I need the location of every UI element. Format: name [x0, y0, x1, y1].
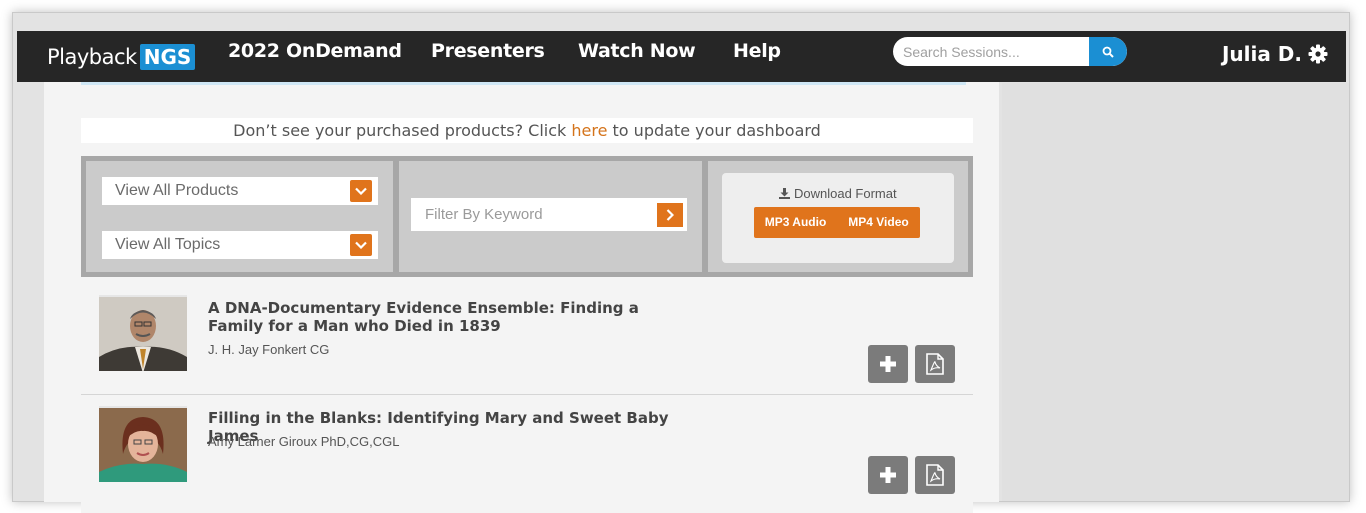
keyword-go-button[interactable] [657, 203, 683, 227]
download-format-panel: Download Format MP3 Audio MP4 Video [722, 173, 954, 263]
download-icon [779, 188, 791, 199]
mp4-video-button[interactable]: MP4 Video [837, 207, 920, 238]
download-format-label: Download Format [794, 186, 897, 201]
session-title[interactable]: A DNA-Documentary Evidence Ensemble: Fin… [208, 299, 698, 335]
format-buttons: MP3 Audio MP4 Video [754, 207, 920, 238]
keyword-input[interactable] [411, 198, 651, 231]
search-box [893, 37, 1127, 66]
plus-icon [880, 356, 896, 372]
session-list: A DNA-Documentary Evidence Ensemble: Fin… [81, 278, 973, 513]
session-author: J. H. Jay Fonkert CG [208, 342, 330, 357]
nav-help[interactable]: Help [733, 40, 781, 62]
pdf-handout-button[interactable] [915, 456, 955, 494]
right-sidebar-area [1002, 83, 1349, 501]
search-button[interactable] [1089, 37, 1127, 66]
presenter-photo [99, 406, 187, 482]
nav-ondemand[interactable]: 2022 OnDemand [228, 40, 402, 62]
nav-presenters[interactable]: Presenters [431, 40, 545, 62]
presenter-photo [99, 295, 187, 371]
dropdowns-box: View All Products View All Topics [86, 161, 393, 272]
session-author: Amy Larner Giroux PhD,CG,CGL [208, 434, 400, 449]
notice-text: Don’t see your purchased products? Click [233, 121, 572, 140]
download-format-title: Download Format [722, 186, 954, 201]
add-session-button[interactable] [868, 345, 908, 383]
logo-text: Playback [47, 45, 137, 69]
pdf-icon [926, 464, 944, 486]
content-accent-strip [81, 82, 966, 85]
logo-badge: NGS [139, 44, 196, 70]
logo[interactable]: Playback NGS [47, 42, 196, 72]
topics-select[interactable]: View All Topics [102, 231, 378, 259]
products-select[interactable]: View All Products [102, 177, 378, 205]
search-icon [1102, 46, 1114, 58]
search-input[interactable] [893, 37, 1089, 66]
keyword-filter [411, 198, 687, 231]
notice-text-end: to update your dashboard [607, 121, 821, 140]
filters-panel: View All Products View All Topics Downl [81, 156, 973, 277]
user-name: Julia D. [1221, 42, 1302, 66]
chevron-down-icon [350, 234, 372, 256]
gear-icon [1308, 44, 1328, 64]
products-select-value: View All Products [115, 182, 239, 199]
notice-here-link[interactable]: here [571, 121, 607, 140]
chevron-right-icon [666, 209, 674, 221]
chevron-down-icon [350, 180, 372, 202]
user-menu[interactable]: Julia D. [1222, 42, 1328, 66]
pdf-handout-button[interactable] [915, 345, 955, 383]
mp3-audio-button[interactable]: MP3 Audio [754, 207, 837, 238]
plus-icon [880, 467, 896, 483]
top-navbar: Playback NGS 2022 OnDemand Presenters Wa… [17, 31, 1346, 82]
pdf-icon [926, 353, 944, 375]
nav-watch-now[interactable]: Watch Now [578, 40, 696, 62]
add-session-button[interactable] [868, 456, 908, 494]
dashboard-notice: Don’t see your purchased products? Click… [81, 118, 973, 143]
topics-select-value: View All Topics [115, 236, 221, 253]
list-item: A DNA-Documentary Evidence Ensemble: Fin… [81, 278, 973, 395]
list-item: Filling in the Blanks: Identifying Mary … [81, 395, 973, 513]
